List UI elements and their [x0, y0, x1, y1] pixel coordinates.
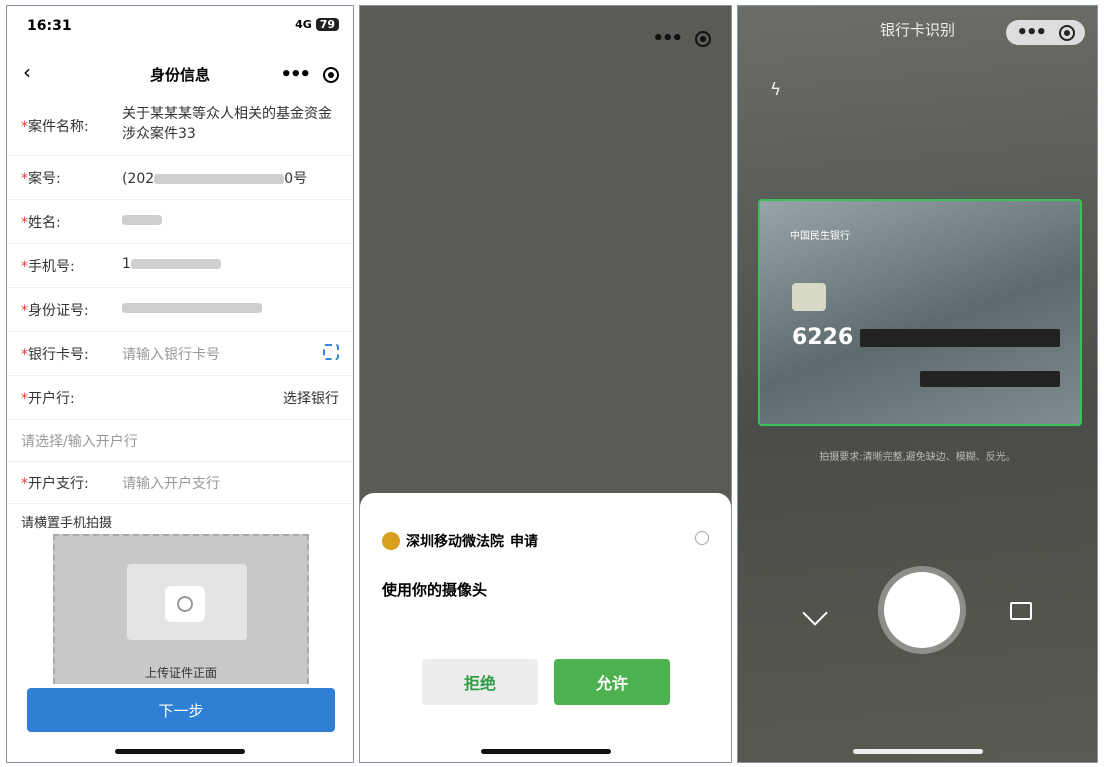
gallery-icon[interactable]: [1010, 602, 1032, 620]
bank-card-scan-screen: 银行卡识别 ••• ϟ 中国民生银行 6226 拍摄要求:清晰完整,避免缺边、模…: [737, 5, 1098, 763]
case-name-row: *案件名称: 关于某某某等众人相关的基金资金涉众案件33: [7, 98, 353, 156]
scan-frame: 中国民生银行 6226: [758, 199, 1082, 426]
close-miniapp-button[interactable]: [695, 30, 711, 47]
bank-row[interactable]: *开户行: 选择银行: [7, 376, 353, 420]
identity-info-screen: 16:31 4G 79 ‹ 身份信息 ••• *案件名称: 关于某某某等众人相关的基…: [6, 5, 354, 763]
phone-row: *手机号: 1: [7, 244, 353, 288]
card-number-row[interactable]: *银行卡号: 请输入银行卡号: [7, 332, 353, 376]
case-number-row: *案号: (202 0号: [7, 156, 353, 200]
next-step-button[interactable]: 下一步: [27, 688, 335, 732]
shooting-tip: 拍摄要求:清晰完整,避免缺边、模糊、反光。: [819, 452, 1016, 463]
select-bank-button[interactable]: 选择银行: [283, 388, 339, 408]
bank-input-row[interactable]: 请选择/输入开户行: [7, 420, 353, 462]
shutter-button[interactable]: [884, 572, 960, 648]
close-miniapp-button[interactable]: [1059, 24, 1075, 41]
branch-row[interactable]: *开户支行: 请输入开户支行: [7, 462, 353, 504]
permission-sheet: 深圳移动微法院 申请 使用你的摄像头 拒绝 允许: [360, 493, 731, 762]
close-miniapp-button[interactable]: [323, 66, 339, 83]
camera-permission-screen: ••• 深圳移动微法院 申请 使用你的摄像头 拒绝 允许: [359, 5, 732, 763]
id-upload-area[interactable]: 上传证件正面: [53, 534, 309, 684]
landscape-hint: 请横置手机拍摄: [21, 516, 113, 531]
card-number-input[interactable]: 请输入银行卡号: [122, 344, 339, 364]
flash-icon[interactable]: ϟ: [770, 80, 781, 100]
court-logo-icon: [382, 532, 400, 550]
chip-icon: [792, 283, 826, 311]
battery-icon: 79: [315, 18, 339, 31]
chevron-down-icon[interactable]: [802, 600, 828, 626]
more-menu-button[interactable]: •••: [652, 28, 682, 49]
more-menu-button[interactable]: •••: [1016, 22, 1046, 43]
more-menu-button[interactable]: •••: [280, 64, 310, 85]
camera-icon: [165, 586, 205, 622]
id-number-row: *身份证号:: [7, 288, 353, 332]
info-icon[interactable]: [695, 531, 709, 545]
name-row: *姓名:: [7, 200, 353, 244]
scan-icon[interactable]: [323, 344, 339, 360]
allow-button[interactable]: 允许: [554, 659, 670, 705]
deny-button[interactable]: 拒绝: [422, 659, 538, 705]
